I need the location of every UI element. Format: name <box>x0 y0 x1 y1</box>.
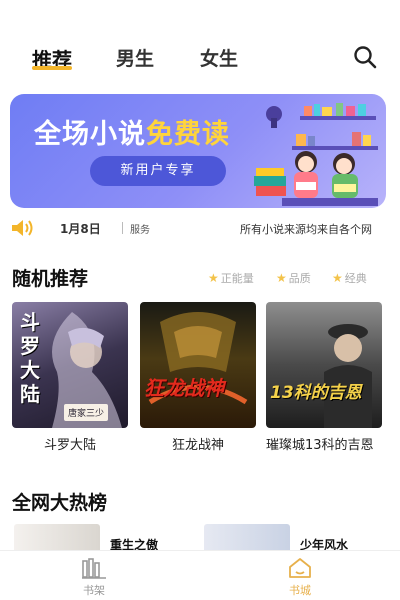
tab-female[interactable]: 女生 <box>200 44 238 71</box>
notice-date: 1月8日 <box>60 222 101 236</box>
cover-illustration <box>324 324 372 428</box>
new-user-button[interactable]: 新用户专享 <box>90 156 226 186</box>
notice-tag: 服务 <box>130 225 150 236</box>
filter-label: 经典 <box>344 272 367 285</box>
notice-text: 所有小说来源均来自各个网 <box>240 223 372 236</box>
top-tab-bar: 推荐 男生 女生 <box>0 36 400 80</box>
hot-section-title: 全网大热榜 <box>12 492 108 514</box>
bookshelf-icon <box>82 558 106 579</box>
book-cover: 13科的吉恩 <box>266 302 382 428</box>
cover-title-text: 13科的吉恩 <box>270 383 362 403</box>
filter-label: 品质 <box>288 272 311 285</box>
filter-label: 正能量 <box>220 272 254 285</box>
banner-title-highlight: 免费读 <box>146 119 230 150</box>
promo-banner[interactable]: 全场小说免费读 新用户专享 <box>10 94 386 208</box>
nav-label: 书架 <box>83 584 105 597</box>
banner-title-prefix: 全场小说 <box>34 119 146 150</box>
random-section-title: 随机推荐 <box>12 268 89 290</box>
book-title: 狂龙战神 <box>171 438 224 453</box>
notice-divider <box>122 222 123 234</box>
book-cover: 斗罗大陆 唐家三少 <box>12 302 128 428</box>
filter-group: ★ 正能量 ★ 品质 ★ 经典 <box>208 270 390 286</box>
book-card[interactable]: 13科的吉恩 璀璨城13科的吉恩 <box>266 302 382 454</box>
book-card[interactable]: 斗罗大陆 唐家三少 斗罗大陆 <box>12 302 128 454</box>
book-cover: 狂龙战神 <box>140 302 256 428</box>
book-title: 璀璨城13科的吉恩 <box>266 438 374 453</box>
tab-male[interactable]: 男生 <box>116 44 154 71</box>
active-tab-indicator <box>32 66 72 70</box>
home-icon <box>289 558 311 578</box>
filter-positive[interactable]: ★ 正能量 <box>208 270 254 286</box>
nav-bookstore[interactable]: 书城 <box>270 557 330 598</box>
book-card[interactable]: 狂龙战神 狂龙战神 <box>140 302 256 454</box>
notice-bar[interactable]: 1月8日 服务 所有小说来源均来自各个网 <box>0 216 400 240</box>
bottom-navigation: 书架 书城 <box>0 550 400 600</box>
cover-title-text: 狂龙战神 <box>144 376 224 400</box>
book-title: 斗罗大陆 <box>43 438 96 453</box>
speaker-icon <box>12 220 33 236</box>
filter-quality[interactable]: ★ 品质 <box>276 270 311 286</box>
banner-title: 全场小说免费读 <box>34 112 230 151</box>
filter-classic[interactable]: ★ 经典 <box>332 270 367 286</box>
nav-bookshelf[interactable]: 书架 <box>64 557 124 598</box>
star-icon: ★ <box>208 271 219 285</box>
cover-illustration <box>148 312 248 405</box>
reading-girls-illustration <box>254 103 378 206</box>
star-icon: ★ <box>332 271 343 285</box>
cover-badge: 唐家三少 <box>64 404 109 421</box>
cover-title-text: 斗罗大陆 <box>20 310 40 406</box>
nav-label: 书城 <box>289 584 311 597</box>
star-icon: ★ <box>276 271 287 285</box>
search-icon[interactable] <box>352 44 378 70</box>
